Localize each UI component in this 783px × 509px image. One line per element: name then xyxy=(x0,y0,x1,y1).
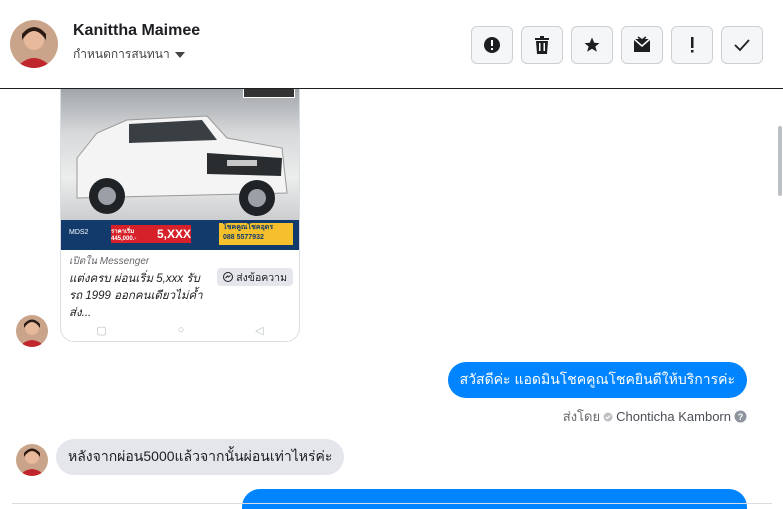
check-icon xyxy=(734,39,750,52)
ad-description: แต่งครบ ผ่อนเริ่ม 5,xxx รับรถ 1999 ออกคน… xyxy=(69,273,203,319)
price-value: 5,XXX xyxy=(156,227,191,241)
contact-avatar-small[interactable] xyxy=(16,315,48,347)
header-actions xyxy=(471,26,763,64)
conversation-header: Kanittha Maimee กำหนดการสนทนา xyxy=(0,0,783,89)
open-in-messenger-label: เปิดใน Messenger xyxy=(69,256,150,267)
scrollbar-thumb[interactable] xyxy=(778,126,782,196)
ad-price-banner: MDS2 ราคาเริ่ม 445,000.- 5,XXX โชคคูณโชค… xyxy=(61,220,299,250)
ad-card[interactable]: MDS2 ราคาเริ่ม 445,000.- 5,XXX โชคคูณโชค… xyxy=(60,89,300,342)
svg-text:?: ? xyxy=(738,412,744,422)
star-button[interactable] xyxy=(571,26,613,64)
send-message-label: ส่งข้อความ xyxy=(236,271,287,284)
mark-spam-button[interactable] xyxy=(471,26,513,64)
sent-by-label: ส่งโดย xyxy=(562,409,601,424)
dealer-promo: โชคคูณโชคอุดร 088 5577932 xyxy=(219,223,293,245)
message-thread[interactable]: MDS2 ราคาเริ่ม 445,000.- 5,XXX โชคคูณโชค… xyxy=(0,89,783,509)
price-small: ราคาเริ่ม 445,000.- xyxy=(111,229,137,242)
alert-circle-icon xyxy=(484,37,500,53)
send-message-button[interactable]: ส่งข้อความ xyxy=(217,268,293,286)
schedule-label: กำหนดการสนทนา xyxy=(73,47,170,61)
outgoing-message[interactable]: สวัสดีค่ะ แอดมินโชคคูณโชคยินดีให้บริการค… xyxy=(447,362,747,398)
composer-divider xyxy=(12,503,772,504)
delete-button[interactable] xyxy=(521,26,563,64)
contact-name[interactable]: Kanittha Maimee xyxy=(73,22,200,40)
outgoing-message-partial[interactable] xyxy=(242,489,747,509)
ad-image: MDS2 ราคาเริ่ม 445,000.- 5,XXX โชคคูณโชค… xyxy=(61,89,299,250)
promo-line-2: 088 5577932 xyxy=(223,234,264,241)
agent-name[interactable]: Chonticha Kamborn xyxy=(616,409,731,424)
home-icon: ○ xyxy=(177,324,185,336)
caret-down-icon xyxy=(174,51,185,58)
mark-unread-button[interactable] xyxy=(621,26,663,64)
back-icon: ◁ xyxy=(255,324,264,337)
messenger-icon xyxy=(223,272,234,282)
model-label: MDS2 xyxy=(69,229,89,236)
pickup-truck-image xyxy=(76,115,288,216)
star-icon xyxy=(584,37,600,52)
promo-line-1: โชคคูณโชคอุดร xyxy=(223,224,274,231)
phone-nav-bar: ▢ ○ ◁ xyxy=(61,319,299,341)
conversation-schedule-dropdown[interactable]: กำหนดการสนทนา xyxy=(73,45,185,64)
price-tag: ราคาเริ่ม 445,000.- 5,XXX xyxy=(111,225,191,243)
contact-avatar-small[interactable] xyxy=(16,444,48,476)
mark-done-button[interactable] xyxy=(721,26,763,64)
sent-by-row: ส่งโดย Chonticha Kamborn ? xyxy=(563,406,747,427)
trash-icon xyxy=(535,36,549,54)
follow-up-button[interactable] xyxy=(671,26,713,64)
verified-icon xyxy=(603,412,613,421)
ad-thumbnail xyxy=(243,89,295,98)
incoming-message[interactable]: หลังจากผ่อน5000แล้วจากนั้นผ่อนเท่าไหร่ค่… xyxy=(56,439,345,475)
contact-avatar[interactable] xyxy=(10,20,58,68)
exclamation-icon xyxy=(691,37,694,53)
recent-apps-icon: ▢ xyxy=(96,324,107,337)
mark-unread-icon xyxy=(633,36,651,52)
ad-caption: เปิดใน Messenger แต่งครบ ผ่อนเริ่ม 5,xxx… xyxy=(69,254,293,322)
help-icon[interactable]: ? xyxy=(734,410,747,423)
